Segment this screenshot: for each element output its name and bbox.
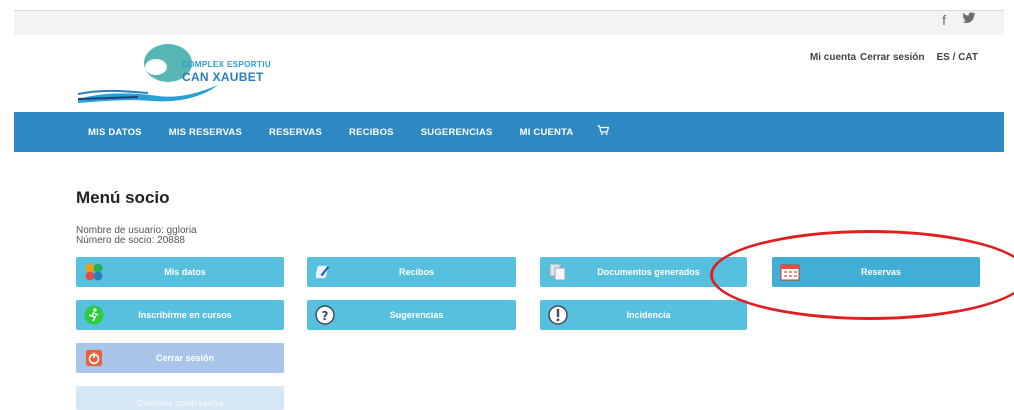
documents-icon bbox=[548, 262, 568, 282]
nav-recibos[interactable]: RECIBOS bbox=[349, 127, 394, 138]
user-info: Nombre de usuario: ggloria Número de soc… bbox=[76, 226, 197, 246]
account-links: Mi cuenta Cerrar sesión ES / CAT bbox=[810, 52, 978, 63]
pencil-icon bbox=[315, 262, 335, 282]
mis-datos-label: Mis datos bbox=[164, 267, 206, 277]
member-number-line: Número de socio: 20888 bbox=[76, 235, 185, 246]
sugerencias-button[interactable]: ? Sugerencias bbox=[307, 300, 516, 330]
page-title: Menú socio bbox=[76, 188, 170, 207]
incidencia-button[interactable]: Incidencia bbox=[540, 300, 747, 330]
brand-line1: COMPLEX ESPORTIU bbox=[182, 60, 272, 69]
nav-items: MIS DATOS MIS RESERVAS RESERVAS RECIBOS … bbox=[88, 112, 610, 152]
svg-text:?: ? bbox=[322, 309, 329, 323]
inscribirme-cursos-label: Inscribirme en cursos bbox=[138, 310, 232, 320]
runner-icon bbox=[84, 305, 104, 325]
logout-link[interactable]: Cerrar sesión bbox=[860, 52, 924, 63]
alert-icon bbox=[548, 305, 568, 325]
sugerencias-label: Sugerencias bbox=[389, 310, 444, 320]
social-bar bbox=[14, 11, 1004, 35]
social-links: f bbox=[942, 12, 976, 28]
reservas-label: Reservas bbox=[860, 267, 902, 277]
mis-datos-button[interactable]: Mis datos bbox=[76, 257, 284, 287]
documentos-generados-label: Documentos generados bbox=[597, 267, 700, 277]
header: COMPLEX ESPORTIU CAN XAUBET Mi cuenta Ce… bbox=[0, 35, 1014, 111]
users-icon bbox=[84, 262, 104, 282]
nav-reservas[interactable]: RESERVAS bbox=[269, 127, 322, 138]
calendar-icon bbox=[780, 262, 800, 282]
language-switch[interactable]: ES / CAT bbox=[937, 52, 978, 63]
nav-mi-cuenta[interactable]: MI CUENTA bbox=[520, 127, 574, 138]
question-icon: ? bbox=[315, 305, 335, 325]
cambiar-contrasena-label: Cambiar contraseña bbox=[136, 398, 224, 408]
nav-mis-reservas[interactable]: MIS RESERVAS bbox=[169, 127, 242, 138]
power-icon bbox=[84, 348, 104, 368]
reservas-button[interactable]: Reservas bbox=[772, 257, 980, 287]
incidencia-label: Incidencia bbox=[626, 310, 671, 320]
recibos-label: Recibos bbox=[398, 267, 434, 277]
documentos-generados-button[interactable]: Documentos generados bbox=[540, 257, 747, 287]
twitter-icon[interactable] bbox=[962, 12, 976, 28]
recibos-button[interactable]: Recibos bbox=[307, 257, 516, 287]
top-strip bbox=[0, 0, 1014, 10]
cambiar-contrasena-button[interactable]: Cambiar contraseña bbox=[76, 386, 284, 410]
my-account-link[interactable]: Mi cuenta bbox=[810, 52, 856, 63]
cerrar-sesion-label: Cerrar sesión bbox=[155, 353, 215, 363]
cerrar-sesion-button[interactable]: Cerrar sesión bbox=[76, 343, 284, 373]
brand-name: COMPLEX ESPORTIU CAN XAUBET bbox=[182, 60, 272, 84]
inscribirme-cursos-button[interactable]: Inscribirme en cursos bbox=[76, 300, 284, 330]
main-navbar: MIS DATOS MIS RESERVAS RESERVAS RECIBOS … bbox=[14, 112, 1004, 152]
brand-line2: CAN XAUBET bbox=[182, 70, 264, 84]
nav-mis-datos[interactable]: MIS DATOS bbox=[88, 127, 142, 138]
nav-sugerencias[interactable]: SUGERENCIAS bbox=[421, 127, 493, 138]
cart-icon[interactable] bbox=[597, 125, 610, 139]
facebook-icon[interactable]: f bbox=[942, 12, 946, 28]
